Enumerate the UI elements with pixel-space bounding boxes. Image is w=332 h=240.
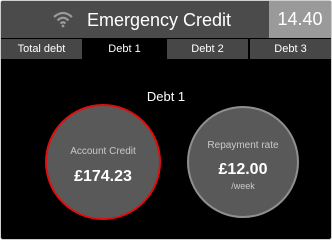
account-credit-circle[interactable]: Account Credit £174.23: [45, 104, 161, 220]
repayment-rate-circle[interactable]: Repayment rate £12.00 /week: [187, 106, 299, 218]
tab-debt-2[interactable]: Debt 2: [167, 39, 250, 59]
tab-debt-3[interactable]: Debt 3: [250, 39, 331, 59]
debt-tabs: Total debt Debt 1 Debt 2 Debt 3: [1, 39, 331, 59]
account-credit-value: £174.23: [74, 168, 132, 185]
account-credit-label: Account Credit: [70, 146, 136, 157]
header-title: Emergency Credit: [87, 10, 232, 30]
repayment-rate-unit: /week: [231, 181, 255, 191]
device-screen: Emergency Credit 14.40 Total debt Debt 1…: [0, 0, 332, 240]
tab-debt-1[interactable]: Debt 1: [84, 39, 167, 59]
wifi-icon: [53, 11, 73, 28]
clock: 14.40: [269, 1, 331, 38]
header-bar: Emergency Credit 14.40: [1, 1, 331, 38]
tab-total-debt[interactable]: Total debt: [1, 39, 84, 59]
section-title: Debt 1: [146, 89, 186, 104]
repayment-rate-value: £12.00: [218, 161, 268, 178]
repayment-rate-label: Repayment rate: [207, 140, 279, 151]
